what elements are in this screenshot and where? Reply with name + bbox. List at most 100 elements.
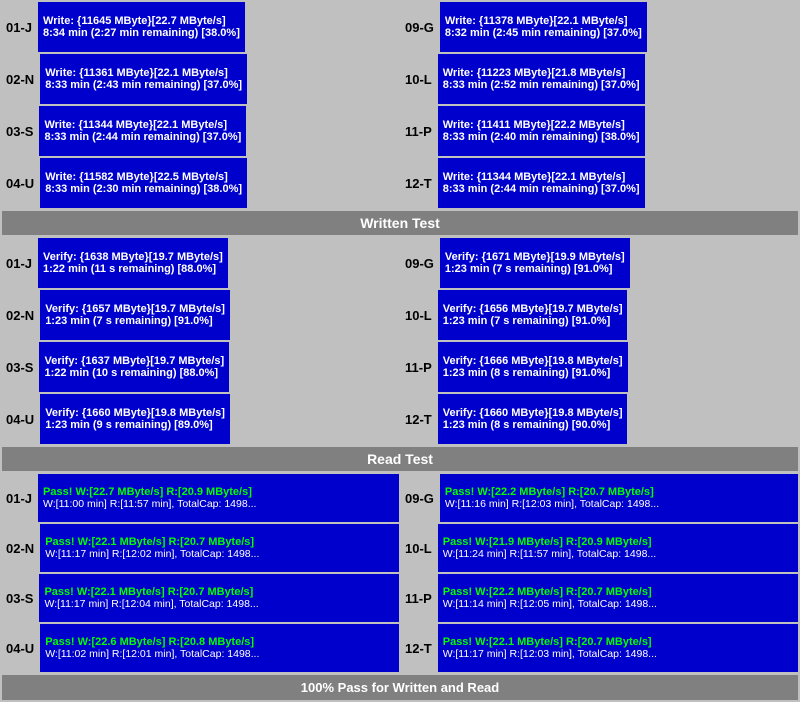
device-id-label: 11-P	[401, 574, 436, 622]
device-id-label: 10-L	[401, 54, 436, 104]
device-id-label: 04-U	[2, 158, 38, 208]
status-line2: 1:23 min (8 s remaining) [90.0%]	[443, 419, 623, 431]
status-cell: Verify: {1660 MByte}[19.8 MByte/s]1:23 m…	[438, 394, 628, 444]
table-row: 01-JWrite: {11645 MByte}[22.7 MByte/s]8:…	[2, 2, 798, 52]
status-line1: Pass! W:[22.2 MByte/s] R:[20.7 MByte/s]	[445, 486, 793, 498]
status-cell: Pass! W:[22.1 MByte/s] R:[20.7 MByte/s]W…	[39, 574, 399, 622]
device-id-label: 09-G	[401, 474, 438, 522]
status-cell: Pass! W:[22.7 MByte/s] R:[20.9 MByte/s]W…	[38, 474, 399, 522]
status-line2: W:[11:17 min] R:[12:03 min], TotalCap: 1…	[443, 648, 793, 660]
status-line1: Verify: {1660 MByte}[19.8 MByte/s]	[443, 407, 623, 419]
device-id-label: 02-N	[2, 54, 38, 104]
status-cell: Pass! W:[22.6 MByte/s] R:[20.8 MByte/s]W…	[40, 624, 399, 672]
status-line2: W:[11:14 min] R:[12:05 min], TotalCap: 1…	[443, 598, 793, 610]
status-line1: Verify: {1638 MByte}[19.7 MByte/s]	[43, 251, 223, 263]
status-line2: 8:33 min (2:44 min remaining) [37.0%]	[44, 131, 241, 143]
status-cell: Write: {11361 MByte}[22.1 MByte/s]8:33 m…	[40, 54, 247, 104]
status-cell: Pass! W:[22.2 MByte/s] R:[20.7 MByte/s]W…	[438, 574, 798, 622]
status-line2: W:[11:17 min] R:[12:04 min], TotalCap: 1…	[44, 598, 394, 610]
status-line1: Pass! W:[22.1 MByte/s] R:[20.7 MByte/s]	[44, 586, 394, 598]
status-cell: Pass! W:[22.1 MByte/s] R:[20.7 MByte/s]W…	[438, 624, 798, 672]
status-line2: 8:33 min (2:43 min remaining) [37.0%]	[45, 79, 242, 91]
status-line2: 1:22 min (10 s remaining) [88.0%]	[44, 367, 224, 379]
status-line2: 8:33 min (2:30 min remaining) [38.0%]	[45, 183, 242, 195]
status-line2: 1:23 min (7 s remaining) [91.0%]	[45, 315, 225, 327]
status-cell: Verify: {1637 MByte}[19.7 MByte/s]1:22 m…	[39, 342, 229, 392]
status-cell: Verify: {1638 MByte}[19.7 MByte/s]1:22 m…	[38, 238, 228, 288]
device-id-label: 01-J	[2, 238, 36, 288]
pass-section: 01-JPass! W:[22.7 MByte/s] R:[20.9 MByte…	[2, 474, 798, 672]
device-id-label: 03-S	[2, 106, 37, 156]
status-line1: Write: {11223 MByte}[21.8 MByte/s]	[443, 67, 640, 79]
status-line2: 1:22 min (11 s remaining) [88.0%]	[43, 263, 223, 275]
status-cell: Write: {11582 MByte}[22.5 MByte/s]8:33 m…	[40, 158, 247, 208]
table-row: 02-NPass! W:[22.1 MByte/s] R:[20.7 MByte…	[2, 524, 798, 572]
status-line1: Pass! W:[22.2 MByte/s] R:[20.7 MByte/s]	[443, 586, 793, 598]
status-line2: 8:32 min (2:45 min remaining) [37.0%]	[445, 27, 642, 39]
device-id-label: 02-N	[2, 524, 38, 572]
status-line1: Pass! W:[22.6 MByte/s] R:[20.8 MByte/s]	[45, 636, 394, 648]
table-row: 01-JVerify: {1638 MByte}[19.7 MByte/s]1:…	[2, 238, 798, 288]
status-cell: Write: {11344 MByte}[22.1 MByte/s]8:33 m…	[438, 158, 645, 208]
table-row: 04-UVerify: {1660 MByte}[19.8 MByte/s]1:…	[2, 394, 798, 444]
table-row: 03-SWrite: {11344 MByte}[22.1 MByte/s]8:…	[2, 106, 798, 156]
status-line1: Write: {11344 MByte}[22.1 MByte/s]	[443, 171, 640, 183]
device-id-label: 09-G	[401, 2, 438, 52]
status-line2: 1:23 min (7 s remaining) [91.0%]	[445, 263, 625, 275]
device-id-label: 03-S	[2, 342, 37, 392]
status-line1: Pass! W:[21.9 MByte/s] R:[20.9 MByte/s]	[443, 536, 793, 548]
status-line1: Write: {11411 MByte}[22.2 MByte/s]	[443, 119, 640, 131]
status-line1: Verify: {1656 MByte}[19.7 MByte/s]	[443, 303, 623, 315]
status-line1: Write: {11361 MByte}[22.1 MByte/s]	[45, 67, 242, 79]
device-id-label: 01-J	[2, 2, 36, 52]
status-line2: 1:23 min (8 s remaining) [91.0%]	[443, 367, 623, 379]
status-line1: Verify: {1660 MByte}[19.8 MByte/s]	[45, 407, 225, 419]
device-id-label: 12-T	[401, 158, 436, 208]
device-id-label: 11-P	[401, 342, 436, 392]
status-cell: Pass! W:[22.1 MByte/s] R:[20.7 MByte/s]W…	[40, 524, 399, 572]
status-cell: Verify: {1656 MByte}[19.7 MByte/s]1:23 m…	[438, 290, 628, 340]
table-row: 03-SVerify: {1637 MByte}[19.7 MByte/s]1:…	[2, 342, 798, 392]
status-cell: Write: {11645 MByte}[22.7 MByte/s]8:34 m…	[38, 2, 245, 52]
device-id-label: 10-L	[401, 524, 436, 572]
read-test-divider: Read Test	[2, 447, 798, 471]
device-id-label: 11-P	[401, 106, 436, 156]
write-section: 01-JWrite: {11645 MByte}[22.7 MByte/s]8:…	[2, 2, 798, 208]
status-line2: W:[11:17 min] R:[12:02 min], TotalCap: 1…	[45, 548, 394, 560]
status-line1: Pass! W:[22.1 MByte/s] R:[20.7 MByte/s]	[443, 636, 793, 648]
status-cell: Write: {11411 MByte}[22.2 MByte/s]8:33 m…	[438, 106, 645, 156]
status-line1: Verify: {1671 MByte}[19.9 MByte/s]	[445, 251, 625, 263]
status-line1: Pass! W:[22.1 MByte/s] R:[20.7 MByte/s]	[45, 536, 394, 548]
status-line2: 8:33 min (2:40 min remaining) [38.0%]	[443, 131, 640, 143]
written-test-divider: Written Test	[2, 211, 798, 235]
table-row: 01-JPass! W:[22.7 MByte/s] R:[20.9 MByte…	[2, 474, 798, 522]
status-cell: Verify: {1671 MByte}[19.9 MByte/s]1:23 m…	[440, 238, 630, 288]
device-id-label: 09-G	[401, 238, 438, 288]
status-cell: Pass! W:[22.2 MByte/s] R:[20.7 MByte/s]W…	[440, 474, 798, 522]
status-line2: 8:33 min (2:52 min remaining) [37.0%]	[443, 79, 640, 91]
verify-section: 01-JVerify: {1638 MByte}[19.7 MByte/s]1:…	[2, 238, 798, 444]
status-line2: W:[11:16 min] R:[12:03 min], TotalCap: 1…	[445, 498, 793, 510]
status-line2: 8:33 min (2:44 min remaining) [37.0%]	[443, 183, 640, 195]
status-cell: Write: {11344 MByte}[22.1 MByte/s]8:33 m…	[39, 106, 246, 156]
main-container: 01-JWrite: {11645 MByte}[22.7 MByte/s]8:…	[0, 0, 800, 702]
table-row: 02-NWrite: {11361 MByte}[22.1 MByte/s]8:…	[2, 54, 798, 104]
status-line1: Write: {11645 MByte}[22.7 MByte/s]	[43, 15, 240, 27]
device-id-label: 04-U	[2, 624, 38, 672]
status-line2: W:[11:24 min] R:[11:57 min], TotalCap: 1…	[443, 548, 793, 560]
table-row: 03-SPass! W:[22.1 MByte/s] R:[20.7 MByte…	[2, 574, 798, 622]
status-line1: Verify: {1637 MByte}[19.7 MByte/s]	[44, 355, 224, 367]
device-id-label: 01-J	[2, 474, 36, 522]
device-id-label: 04-U	[2, 394, 38, 444]
device-id-label: 10-L	[401, 290, 436, 340]
device-id-label: 03-S	[2, 574, 37, 622]
status-line1: Write: {11582 MByte}[22.5 MByte/s]	[45, 171, 242, 183]
bottom-status: 100% Pass for Written and Read	[2, 675, 798, 700]
status-line2: W:[11:02 min] R:[12:01 min], TotalCap: 1…	[45, 648, 394, 660]
status-cell: Write: {11223 MByte}[21.8 MByte/s]8:33 m…	[438, 54, 645, 104]
table-row: 04-UWrite: {11582 MByte}[22.5 MByte/s]8:…	[2, 158, 798, 208]
status-line1: Write: {11378 MByte}[22.1 MByte/s]	[445, 15, 642, 27]
table-row: 04-UPass! W:[22.6 MByte/s] R:[20.8 MByte…	[2, 624, 798, 672]
status-cell: Pass! W:[21.9 MByte/s] R:[20.9 MByte/s]W…	[438, 524, 798, 572]
status-line1: Verify: {1666 MByte}[19.8 MByte/s]	[443, 355, 623, 367]
